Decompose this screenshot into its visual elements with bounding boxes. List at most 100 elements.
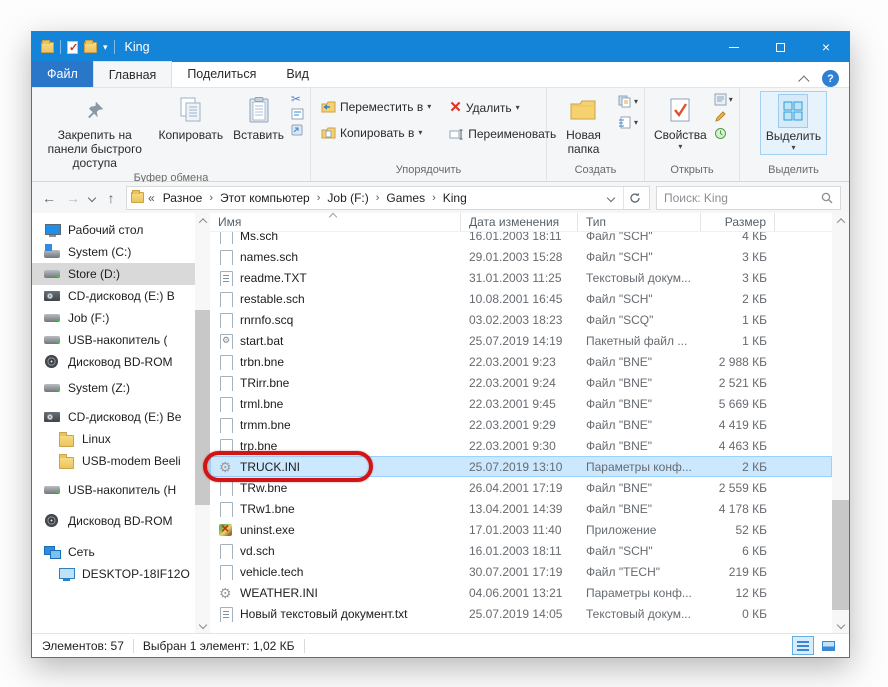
generic-file-icon	[218, 480, 234, 496]
sidebar-item[interactable]: DESKTOP-18IF12O	[32, 563, 195, 585]
sidebar-item[interactable]: Дисковод BD-ROM	[32, 351, 195, 373]
tab-home[interactable]: Главная	[93, 61, 173, 87]
folder-icon[interactable]	[41, 42, 54, 53]
up-button[interactable]: ↑	[102, 190, 120, 206]
breadcrumb-item[interactable]: Разное	[159, 189, 207, 207]
pin-to-quick-access-button[interactable]: Закрепить на панели быстрого доступа	[36, 91, 154, 172]
maximize-button[interactable]	[757, 32, 803, 62]
new-folder-icon[interactable]	[84, 42, 97, 53]
cut-icon[interactable]: ✂	[291, 93, 304, 105]
file-row[interactable]: TRUCK.INI25.07.2019 13:10Параметры конф.…	[210, 456, 832, 477]
select-button[interactable]: Выделить ▾	[760, 91, 827, 155]
sidebar-item[interactable]: CD-дисковод (E:) В	[32, 285, 195, 307]
file-row[interactable]: uninst.exe17.01.2003 11:40Приложение52 К…	[210, 519, 832, 540]
column-header-type[interactable]: Тип	[578, 213, 701, 231]
easy-access-button[interactable]: ▾	[618, 116, 638, 129]
new-item-button[interactable]: ▾	[618, 95, 638, 108]
file-row[interactable]: trbn.bne22.03.2001 9:23Файл "BNE"2 988 К…	[210, 351, 832, 372]
properties-button[interactable]: Свойства ▾	[649, 91, 712, 153]
thumbnails-view-button[interactable]	[817, 636, 839, 655]
breadcrumb-item[interactable]: Games	[382, 189, 429, 207]
scroll-up-icon[interactable]	[836, 218, 844, 226]
copy-to-button[interactable]: Копировать в ▾	[317, 123, 435, 143]
sidebar-item[interactable]: CD-дисковод (E:) Be	[32, 406, 195, 428]
file-row[interactable]: names.sch29.01.2003 15:28Файл "SCH"3 КБ	[210, 246, 832, 267]
tab-view[interactable]: Вид	[271, 61, 324, 87]
group-organize: Переместить в ▾ Копировать в ▾ ✕ Удалить…	[311, 88, 547, 181]
properties-check-icon[interactable]	[67, 41, 78, 54]
paste-shortcut-icon[interactable]	[291, 123, 304, 136]
sidebar-item[interactable]: System (Z:)	[32, 377, 195, 399]
scrollbar-thumb[interactable]	[832, 500, 849, 610]
tab-file[interactable]: Файл	[32, 61, 93, 87]
help-icon[interactable]: ?	[822, 70, 839, 87]
sidebar-item[interactable]: USB-накопитель (H	[32, 479, 195, 501]
pencil-icon[interactable]	[714, 110, 733, 123]
column-header-date[interactable]: Дата изменения	[461, 213, 578, 231]
breadcrumb[interactable]: « Разное›Этот компьютер›Job (F:)›Games›K…	[126, 186, 650, 210]
file-row[interactable]: Ms.sch16.01.2003 18:11Файл "SCH"4 КБ	[210, 232, 832, 246]
file-type: Пакетный файл ...	[578, 334, 701, 348]
breadcrumb-item[interactable]: Job (F:)	[323, 189, 372, 207]
file-row[interactable]: TRirr.bne22.03.2001 9:24Файл "BNE"2 521 …	[210, 372, 832, 393]
sidebar-item[interactable]: USB-modem Beeli	[32, 450, 195, 472]
sidebar-item[interactable]: Linux	[32, 428, 195, 450]
file-row[interactable]: WEATHER.INI04.06.2001 13:21Параметры кон…	[210, 582, 832, 603]
file-row[interactable]: trml.bne22.03.2001 9:45Файл "BNE"5 669 К…	[210, 393, 832, 414]
sidebar-item[interactable]: Дисковод BD-ROM	[32, 510, 195, 532]
file-row[interactable]: vd.sch16.01.2003 18:11Файл "SCH"6 КБ	[210, 540, 832, 561]
file-row[interactable]: vehicle.tech30.07.2001 17:19Файл "TECH"2…	[210, 561, 832, 582]
copy-button[interactable]: Копировать	[154, 91, 229, 145]
back-button[interactable]: ←	[40, 190, 58, 206]
details-view-button[interactable]	[792, 636, 814, 655]
paste-button[interactable]: Вставить	[228, 91, 289, 145]
sidebar-item[interactable]: Job (F:)	[32, 307, 195, 329]
file-row[interactable]: start.bat25.07.2019 14:19Пакетный файл .…	[210, 330, 832, 351]
file-row[interactable]: rnrnfo.scq03.02.2003 18:23Файл "SCQ"1 КБ	[210, 309, 832, 330]
delete-button[interactable]: ✕ Удалить ▾	[445, 97, 560, 118]
new-folder-button[interactable]: Новая папка	[551, 91, 616, 159]
scroll-up-icon[interactable]	[198, 218, 206, 226]
refresh-button[interactable]	[623, 187, 645, 209]
minimize-button[interactable]	[711, 32, 757, 62]
chevron-down-icon[interactable]: ▾	[103, 43, 108, 52]
recent-locations-icon[interactable]	[88, 193, 96, 201]
sidebar-item[interactable]: Store (D:)	[32, 263, 195, 285]
scroll-down-icon[interactable]	[198, 621, 206, 629]
sidebar-item[interactable]: Сеть	[32, 541, 195, 563]
file-row[interactable]: readme.TXT31.01.2003 11:25Текстовый доку…	[210, 267, 832, 288]
forward-button[interactable]: →	[64, 190, 82, 206]
sidebar-item[interactable]: USB-накопитель (	[32, 329, 195, 351]
move-to-button[interactable]: Переместить в ▾	[317, 97, 435, 117]
search-input[interactable]: Поиск: King	[656, 186, 841, 210]
breadcrumb-overflow-icon[interactable]: «	[146, 191, 157, 205]
breadcrumb-item[interactable]: Этот компьютер	[216, 189, 314, 207]
close-button[interactable]: ×	[803, 32, 849, 62]
breadcrumb-item[interactable]: King	[439, 189, 471, 207]
file-date: 03.02.2003 18:23	[461, 313, 578, 327]
sidebar-item[interactable]: System (C:)	[32, 241, 195, 263]
sidebar-item[interactable]: Рабочий стол	[32, 219, 195, 241]
copy-path-icon[interactable]	[291, 108, 304, 120]
tab-share[interactable]: Поделиться	[172, 61, 271, 87]
history-icon[interactable]	[714, 127, 733, 140]
rename-button[interactable]: Переименовать	[445, 124, 560, 144]
folder-icon	[131, 192, 144, 203]
file-row[interactable]: trp.bne22.03.2001 9:30Файл "BNE"4 463 КБ	[210, 435, 832, 456]
edit-button[interactable]: ▾	[714, 93, 733, 106]
scroll-down-icon[interactable]	[836, 621, 844, 629]
items-count: Элементов: 57	[42, 639, 124, 653]
file-name: TRUCK.INI	[240, 460, 300, 474]
sidebar-scrollbar[interactable]	[195, 213, 210, 633]
address-dropdown-icon[interactable]	[607, 193, 615, 201]
file-row[interactable]: TRw.bne26.04.2001 17:19Файл "BNE"2 559 К…	[210, 477, 832, 498]
list-scrollbar[interactable]	[832, 213, 849, 633]
collapse-ribbon-icon[interactable]	[798, 75, 809, 86]
scrollbar-thumb[interactable]	[195, 310, 210, 505]
file-row[interactable]: trmm.bne22.03.2001 9:29Файл "BNE"4 419 К…	[210, 414, 832, 435]
file-row[interactable]: restable.sch10.08.2001 16:45Файл "SCH"2 …	[210, 288, 832, 309]
column-header-name[interactable]: Имя	[210, 213, 461, 231]
file-row[interactable]: Новый текстовый документ.txt25.07.2019 1…	[210, 603, 832, 624]
file-row[interactable]: TRw1.bne13.04.2001 14:39Файл "BNE"4 178 …	[210, 498, 832, 519]
column-header-size[interactable]: Размер	[701, 213, 775, 231]
